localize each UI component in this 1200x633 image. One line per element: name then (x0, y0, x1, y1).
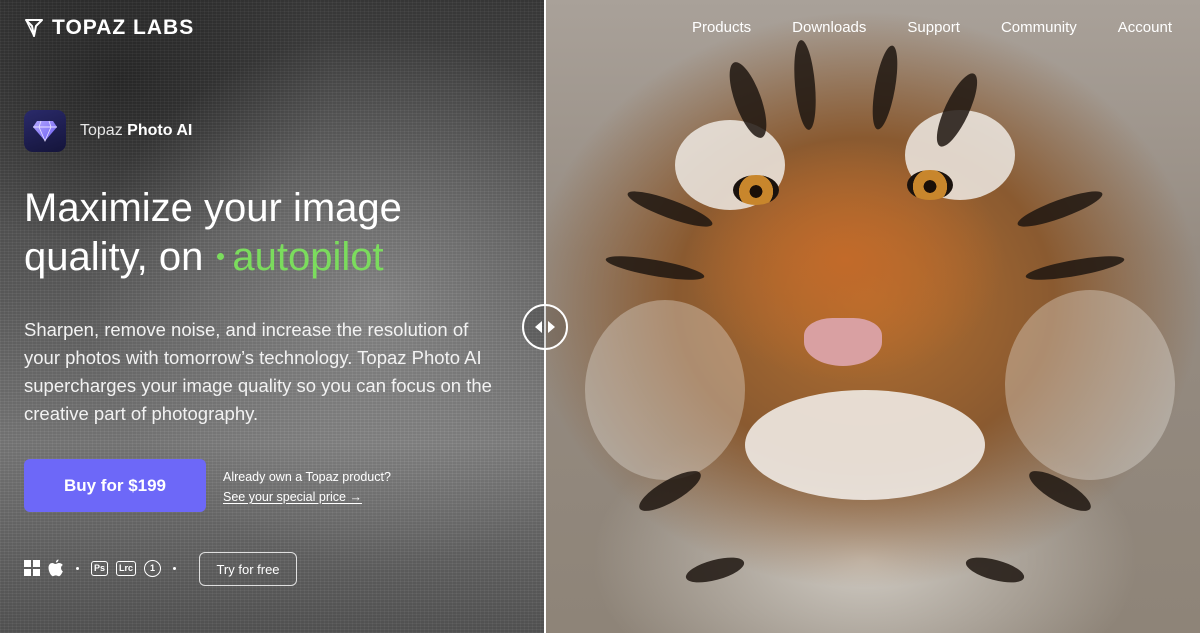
arrow-left-icon (535, 321, 542, 333)
separator-dot (173, 566, 177, 570)
tiger-nose (804, 318, 882, 366)
owner-question: Already own a Topaz product? (223, 470, 391, 484)
lightroom-classic-icon: Lrc (116, 560, 137, 576)
photoshop-icon: Ps (91, 560, 109, 576)
separator-dot (76, 566, 79, 570)
accent-dot-icon (217, 252, 225, 260)
nav-support[interactable]: Support (907, 19, 960, 36)
nav-downloads[interactable]: Downloads (792, 19, 866, 36)
platform-icons: Ps Lrc 1 (24, 559, 180, 577)
buy-button[interactable]: Buy for $199 (24, 459, 206, 512)
owner-offer: Already own a Topaz product? See your sp… (223, 467, 391, 507)
hero-description: Sharpen, remove noise, and increase the … (24, 319, 492, 424)
hero-stage: TOPAZ LABS Products Downloads Support Co… (0, 0, 1200, 633)
product-name: Topaz Photo AI (80, 122, 192, 140)
headline-accent: autopilot (232, 235, 384, 279)
topaz-logo-icon (25, 19, 43, 37)
product-label: Topaz Photo AI (24, 110, 192, 152)
after-image-tiger (545, 0, 1200, 633)
nav-products[interactable]: Products (692, 19, 751, 36)
try-for-free-button[interactable]: Try for free (199, 552, 297, 586)
tiger-left-eye (733, 175, 779, 205)
brand-name: TOPAZ LABS (52, 16, 195, 39)
top-nav: Products Downloads Support Community Acc… (692, 19, 1172, 36)
product-title: Photo AI (127, 122, 193, 139)
nav-community[interactable]: Community (1001, 19, 1077, 36)
topaz-labs-logo[interactable]: TOPAZ LABS (24, 16, 194, 40)
windows-icon (24, 560, 40, 576)
arrow-right-icon (548, 321, 555, 333)
product-prefix: Topaz (80, 122, 123, 139)
photo-ai-icon (24, 110, 66, 152)
special-price-link[interactable]: See your special price → (223, 487, 391, 507)
hero-headline: Maximize your image quality, on autopilot (24, 184, 504, 282)
nav-account[interactable]: Account (1118, 19, 1172, 36)
tiger-right-eye (907, 170, 953, 200)
comparison-slider-handle[interactable] (522, 304, 568, 350)
apple-icon (48, 559, 63, 577)
one-icon: 1 (144, 559, 162, 577)
